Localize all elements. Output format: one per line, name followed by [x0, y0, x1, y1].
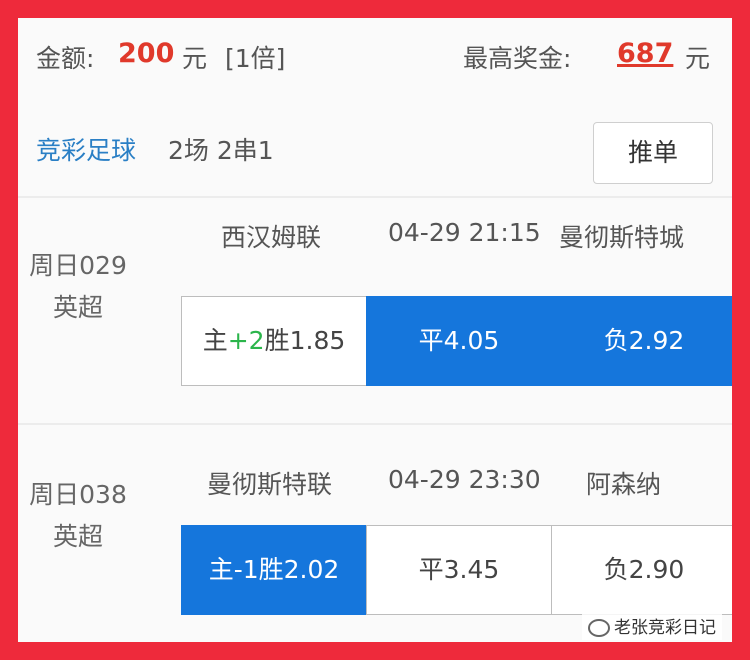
match-teams: 西汉姆联 04-29 21:15 曼彻斯特城: [181, 218, 732, 258]
match-card: 周日038 英超 曼彻斯特联 04-29 23:30 阿森纳 主-1胜2.02 …: [18, 425, 732, 642]
odds-away-win[interactable]: 负2.92: [551, 296, 732, 386]
odds-prefix: 主: [202, 326, 228, 355]
league-name: 英超: [52, 522, 103, 551]
amount-row: 金额: 200 元 [1倍] 最高奖金: 687 元: [18, 18, 732, 96]
odds-draw[interactable]: 平4.05: [366, 296, 552, 386]
league-name: 英超: [52, 293, 103, 322]
home-team: 曼彻斯特联: [207, 470, 333, 499]
bet-slip-panel: 金额: 200 元 [1倍] 最高奖金: 687 元 竞彩足球 2场 2串1 推…: [18, 18, 732, 642]
away-team: 阿森纳: [586, 470, 662, 499]
watermark-text: 老张竞彩日记: [614, 618, 716, 638]
odds-home-win[interactable]: 主+2胜1.85: [181, 296, 367, 386]
bet-type-row: 竞彩足球 2场 2串1 推单: [18, 114, 732, 194]
push-order-button[interactable]: 推单: [593, 122, 713, 184]
odds-row: 主+2胜1.85 平4.05 负2.92: [181, 296, 732, 386]
odds-home-win[interactable]: 主-1胜2.02: [181, 525, 367, 615]
match-time: 04-29 21:15: [388, 218, 541, 247]
match-number: 周日029: [29, 251, 127, 280]
match-time: 04-29 23:30: [388, 465, 541, 494]
amount-unit: 元: [182, 44, 208, 73]
odds-draw[interactable]: 平3.45: [366, 525, 552, 615]
amount-label: 金额:: [36, 44, 95, 73]
max-prize-unit: 元: [685, 44, 711, 73]
away-team: 曼彻斯特城: [559, 223, 685, 252]
wechat-icon: [588, 619, 610, 637]
match-card: 周日029 英超 西汉姆联 04-29 21:15 曼彻斯特城 主+2胜1.85…: [18, 198, 732, 423]
match-teams: 曼彻斯特联 04-29 23:30 阿森纳: [181, 465, 732, 505]
odds-row: 主-1胜2.02 平3.45 负2.90: [181, 525, 732, 615]
max-prize-value[interactable]: 687: [617, 38, 673, 69]
odds-suffix: 胜1.85: [264, 326, 346, 355]
multiplier-label[interactable]: [1倍]: [225, 39, 285, 75]
home-team: 西汉姆联: [221, 223, 322, 252]
match-number: 周日038: [29, 480, 127, 509]
bet-combination: 2场 2串1: [168, 136, 274, 165]
max-prize-label: 最高奖金:: [463, 44, 572, 73]
odds-away-win[interactable]: 负2.90: [551, 525, 732, 615]
amount-value: 200: [118, 38, 175, 69]
watermark: 老张竞彩日记: [582, 611, 722, 640]
lottery-type-link[interactable]: 竞彩足球: [36, 131, 136, 167]
handicap-value: +2: [227, 326, 265, 355]
